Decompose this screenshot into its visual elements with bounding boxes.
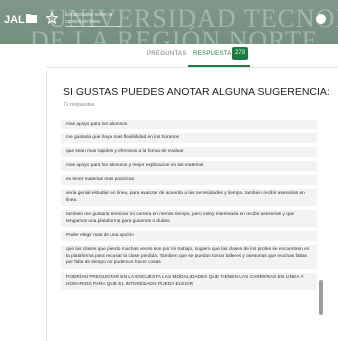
active-tab-indicator: [188, 65, 250, 67]
response-item: PODRÍAN PREGUNTAR EN LA ENCUESTA LAS MOD…: [61, 273, 317, 290]
response-item: Poder elegir mas de una opción: [61, 231, 317, 241]
question-title: SI GUSTAS PUEDES ANOTAR ALGUNA SUGERENCI…: [63, 86, 330, 98]
star-icon[interactable]: [46, 12, 58, 24]
answers-count-badge: 273: [232, 47, 249, 60]
palette-icon[interactable]: [316, 14, 326, 24]
response-item: mas apoyo para los alumnos: [61, 120, 317, 129]
left-margin: [0, 64, 46, 341]
response-item: me gustaria que haya mas flexibilidad en…: [61, 133, 317, 143]
response-item: es tener materias mas practicas: [61, 175, 317, 185]
response-item: que las clases que pierdo muchas veces s…: [61, 245, 317, 269]
response-item: tambien me gustaria terminar mi carrera …: [61, 210, 317, 227]
scrollbar-thumb[interactable]: [319, 280, 323, 315]
response-item: que sean mas rapidos y efectivos a la fo…: [61, 147, 317, 157]
response-count: 71 respuestas: [63, 102, 95, 108]
response-item: mas apoyo para los alumnos y mejor expli…: [61, 161, 317, 171]
tab-answers[interactable]: RESPUESTAS: [193, 51, 236, 57]
response-item: seria genial estudiar en linea, para ava…: [61, 189, 317, 206]
tab-questions[interactable]: PREGUNTAS: [147, 51, 187, 57]
form-title[interactable]: Encuestador sobre la carrera en linea: [62, 10, 124, 34]
responses-list[interactable]: mas apoyo para los alumnos me gustaria q…: [61, 120, 323, 341]
question-card: SI GUSTAS PUEDES ANOTAR ALGUNA SUGERENCI…: [46, 70, 338, 341]
folder-icon[interactable]: [26, 13, 37, 23]
tabs-bar: PREGUNTAS RESPUESTAS 273: [0, 44, 338, 68]
app-abbrev: JAL: [4, 14, 25, 26]
form-title-text: Encuestador sobre la carrera en linea: [65, 12, 121, 27]
